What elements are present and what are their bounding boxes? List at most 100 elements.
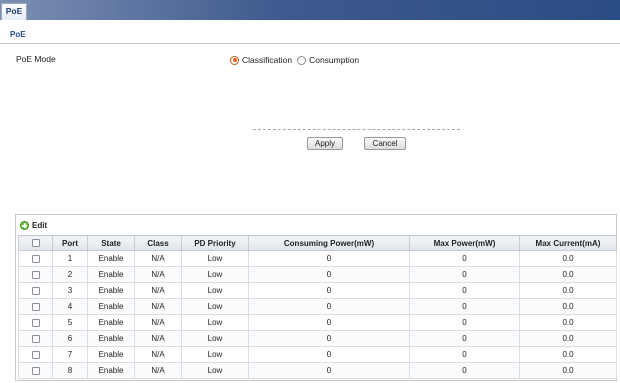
form-separator — [253, 129, 460, 130]
table-row[interactable]: 3 Enable N/A Low 0 0 0.0 — [18, 282, 617, 299]
max-current-cell: 0.0 — [519, 314, 617, 331]
table-row[interactable]: 8 Enable N/A Low 0 0 0.0 — [18, 362, 617, 379]
max-power-cell: 0 — [409, 314, 520, 331]
port-cell: 3 — [52, 282, 88, 299]
column-header-pd-priority[interactable]: PD Priority — [181, 235, 249, 251]
state-cell: Enable — [87, 330, 135, 347]
row-checkbox[interactable] — [31, 270, 40, 279]
consuming-power-cell: 0 — [248, 266, 410, 283]
column-header-class[interactable]: Class — [134, 235, 182, 251]
consuming-power-cell: 0 — [248, 314, 410, 331]
state-cell: Enable — [87, 282, 135, 299]
column-header-max-power[interactable]: Max Power(mW) — [409, 235, 520, 251]
consuming-power-cell: 0 — [248, 298, 410, 315]
state-cell: Enable — [87, 314, 135, 331]
pd-priority-cell: Low — [181, 282, 249, 299]
class-cell: N/A — [134, 250, 182, 267]
row-checkbox[interactable] — [31, 286, 40, 295]
poe-mode-label: PoE Mode — [16, 54, 56, 64]
edit-button[interactable]: Edit — [20, 221, 47, 230]
max-power-cell: 0 — [409, 330, 520, 347]
consuming-power-cell: 0 — [248, 346, 410, 363]
max-power-cell: 0 — [409, 362, 520, 379]
apply-button[interactable]: Apply — [307, 137, 343, 150]
section-divider — [0, 43, 620, 44]
class-cell: N/A — [134, 266, 182, 283]
port-table-panel: Edit Port State Class PD Priority Consum… — [15, 214, 617, 381]
tab-poe[interactable]: PoE — [1, 3, 27, 20]
consumption-radio-label[interactable]: Consumption — [309, 55, 359, 65]
column-header-consuming-power[interactable]: Consuming Power(mW) — [248, 235, 410, 251]
consuming-power-cell: 0 — [248, 282, 410, 299]
consuming-power-cell: 0 — [248, 362, 410, 379]
port-cell: 4 — [52, 298, 88, 315]
table-row[interactable]: 5 Enable N/A Low 0 0 0.0 — [18, 314, 617, 331]
state-cell: Enable — [87, 298, 135, 315]
port-cell: 8 — [52, 362, 88, 379]
classification-radio-label[interactable]: Classification — [242, 55, 292, 65]
row-select-cell — [18, 346, 53, 363]
consuming-power-cell: 0 — [248, 330, 410, 347]
classification-radio[interactable] — [230, 55, 239, 65]
row-checkbox[interactable] — [31, 366, 40, 375]
max-current-cell: 0.0 — [519, 266, 617, 283]
max-current-cell: 0.0 — [519, 298, 617, 315]
row-select-cell — [18, 314, 53, 331]
table-row[interactable]: 2 Enable N/A Low 0 0 0.0 — [18, 266, 617, 283]
table-row[interactable]: 1 Enable N/A Low 0 0 0.0 — [18, 250, 617, 267]
max-current-cell: 0.0 — [519, 362, 617, 379]
table-row[interactable]: 7 Enable N/A Low 0 0 0.0 — [18, 346, 617, 363]
port-cell: 1 — [52, 250, 88, 267]
row-select-cell — [18, 330, 53, 347]
row-checkbox[interactable] — [31, 334, 40, 343]
consumption-radio[interactable] — [297, 55, 307, 65]
port-table: Port State Class PD Priority Consuming P… — [18, 235, 617, 379]
row-select-cell — [18, 362, 53, 379]
pd-priority-cell: Low — [181, 266, 249, 283]
max-current-cell: 0.0 — [519, 250, 617, 267]
pd-priority-cell: Low — [181, 250, 249, 267]
max-power-cell: 0 — [409, 298, 520, 315]
consuming-power-cell: 0 — [248, 250, 410, 267]
class-cell: N/A — [134, 346, 182, 363]
class-cell: N/A — [134, 330, 182, 347]
row-checkbox[interactable] — [31, 318, 40, 327]
max-power-cell: 0 — [409, 266, 520, 283]
column-header-state[interactable]: State — [87, 235, 135, 251]
row-select-cell — [18, 250, 53, 267]
row-select-cell — [18, 266, 53, 283]
row-checkbox[interactable] — [31, 302, 40, 311]
edit-add-icon — [20, 221, 29, 230]
poe-mode-radio-group: Classification Consumption — [230, 55, 364, 65]
pd-priority-cell: Low — [181, 362, 249, 379]
section-title: PoE — [10, 30, 26, 39]
state-cell: Enable — [87, 362, 135, 379]
max-current-cell: 0.0 — [519, 330, 617, 347]
column-header-port[interactable]: Port — [52, 235, 88, 251]
pd-priority-cell: Low — [181, 314, 249, 331]
port-cell: 7 — [52, 346, 88, 363]
pd-priority-cell: Low — [181, 346, 249, 363]
state-cell: Enable — [87, 250, 135, 267]
column-header-max-current[interactable]: Max Current(mA) — [519, 235, 617, 251]
row-select-cell — [18, 282, 53, 299]
row-checkbox[interactable] — [31, 254, 40, 263]
class-cell: N/A — [134, 298, 182, 315]
select-all-checkbox[interactable] — [31, 239, 40, 248]
table-row[interactable]: 6 Enable N/A Low 0 0 0.0 — [18, 330, 617, 347]
pd-priority-cell: Low — [181, 330, 249, 347]
row-select-cell — [18, 298, 53, 315]
row-checkbox[interactable] — [31, 350, 40, 359]
select-all-cell — [18, 235, 53, 251]
table-header-row: Port State Class PD Priority Consuming P… — [18, 235, 617, 251]
cancel-button[interactable]: Cancel — [364, 137, 406, 150]
class-cell: N/A — [134, 314, 182, 331]
max-power-cell: 0 — [409, 346, 520, 363]
class-cell: N/A — [134, 282, 182, 299]
pd-priority-cell: Low — [181, 298, 249, 315]
port-cell: 5 — [52, 314, 88, 331]
table-row[interactable]: 4 Enable N/A Low 0 0 0.0 — [18, 298, 617, 315]
max-power-cell: 0 — [409, 250, 520, 267]
port-cell: 2 — [52, 266, 88, 283]
max-current-cell: 0.0 — [519, 346, 617, 363]
